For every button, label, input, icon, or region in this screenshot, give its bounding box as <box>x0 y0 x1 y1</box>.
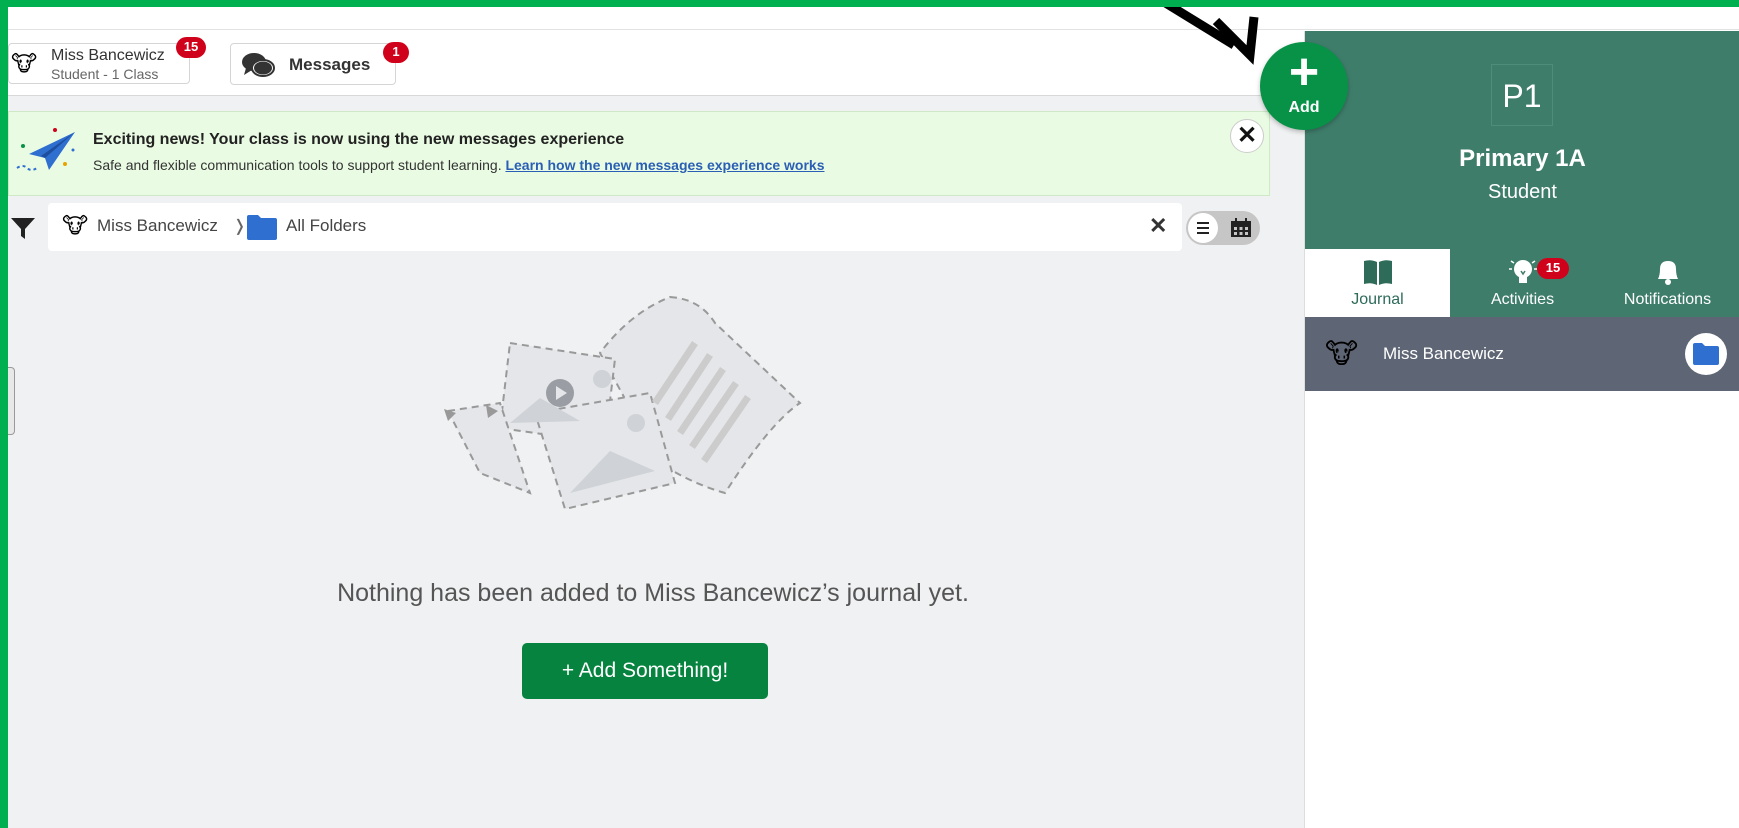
messages-button[interactable]: Messages <box>230 43 396 85</box>
user-notification-badge: 15 <box>176 37 206 58</box>
cow-avatar-icon: 🐮 <box>1325 337 1359 370</box>
chat-bubbles-icon <box>242 53 275 77</box>
filter-icon[interactable] <box>9 214 37 242</box>
breadcrumb-student[interactable]: Miss Bancewicz <box>97 216 218 236</box>
tab-notifications[interactable]: Notifications <box>1595 249 1739 317</box>
user-role: Student <box>1488 181 1557 203</box>
book-icon <box>1364 260 1392 285</box>
bell-icon <box>1658 261 1678 285</box>
class-sidebar: P1 Primary 1A Student Journal Activities… <box>1304 31 1739 828</box>
tab-journal[interactable]: Journal <box>1305 249 1450 317</box>
app-frame: 🐮 Miss Bancewicz Student - 1 Class 15 Me… <box>8 7 1739 828</box>
tab-activities[interactable]: Activities <box>1450 249 1595 317</box>
sidebar-tabs: Journal Activities Notifications <box>1305 249 1739 317</box>
user-subtitle: Student - 1 Class <box>51 66 159 82</box>
breadcrumb: 🐮 Miss Bancewicz ❭ All Folders ✕ <box>48 203 1182 251</box>
list-view-button[interactable] <box>1188 213 1218 243</box>
banner-learn-link[interactable]: Learn how the new messages experience wo… <box>505 157 824 173</box>
class-name: Primary 1A <box>1459 145 1586 172</box>
student-row[interactable]: 🐮 Miss Bancewicz <box>1305 317 1739 391</box>
cow-avatar-icon: 🐮 <box>11 52 38 77</box>
clear-filter-button[interactable]: ✕ <box>1149 213 1167 239</box>
add-label: Add <box>1288 99 1320 116</box>
breadcrumb-folder[interactable]: All Folders <box>286 216 366 236</box>
folder-icon <box>247 215 277 240</box>
user-chip[interactable]: 🐮 Miss Bancewicz Student - 1 Class <box>8 43 190 84</box>
plus-icon: + <box>1288 43 1320 101</box>
add-something-button[interactable]: + Add Something! <box>522 643 768 699</box>
list-icon <box>1197 222 1209 234</box>
view-toggle[interactable] <box>1186 211 1260 245</box>
banner-description: Safe and flexible communication tools to… <box>93 157 825 173</box>
tab-activities-label: Activities <box>1490 291 1555 308</box>
tab-journal-label: Journal <box>1351 291 1404 308</box>
messages-badge: 1 <box>383 42 409 63</box>
folder-icon <box>1693 343 1719 365</box>
tab-notifications-label: Notifications <box>1623 291 1712 308</box>
main-panel: 🐮 Miss Bancewicz Student - 1 Class 15 Me… <box>8 31 1304 828</box>
top-strip <box>8 7 1739 30</box>
empty-journal-illustration <box>444 295 802 511</box>
student-name: Miss Bancewicz <box>1383 344 1504 363</box>
lightbulb-icon <box>1509 260 1537 283</box>
student-folder-button[interactable] <box>1685 333 1727 375</box>
user-name: Miss Bancewicz <box>51 47 165 64</box>
add-fab-button[interactable]: + Add <box>1260 42 1348 130</box>
banner-close-button[interactable]: ✕ <box>1230 119 1264 153</box>
cow-avatar-icon: 🐮 <box>62 214 89 239</box>
paper-plane-icon <box>16 128 75 171</box>
calendar-icon[interactable] <box>1230 218 1252 238</box>
breadcrumb-separator: ❭ <box>233 218 247 235</box>
class-tile[interactable]: P1 <box>1491 64 1553 126</box>
class-header: P1 Primary 1A Student <box>1305 31 1739 249</box>
banner-text: Safe and flexible communication tools to… <box>93 157 502 173</box>
messages-label: Messages <box>289 55 371 74</box>
banner-title: Exciting news! Your class is now using t… <box>93 131 625 148</box>
empty-journal-message: Nothing has been added to Miss Bancewicz… <box>337 579 969 607</box>
annotation-arrow-icon <box>1163 7 1259 65</box>
announcement-banner: Exciting news! Your class is now using t… <box>8 111 1270 196</box>
activities-badge: 15 <box>1537 258 1569 279</box>
left-drawer-handle[interactable] <box>8 367 15 435</box>
header-bar: 🐮 Miss Bancewicz Student - 1 Class 15 Me… <box>8 31 1304 96</box>
